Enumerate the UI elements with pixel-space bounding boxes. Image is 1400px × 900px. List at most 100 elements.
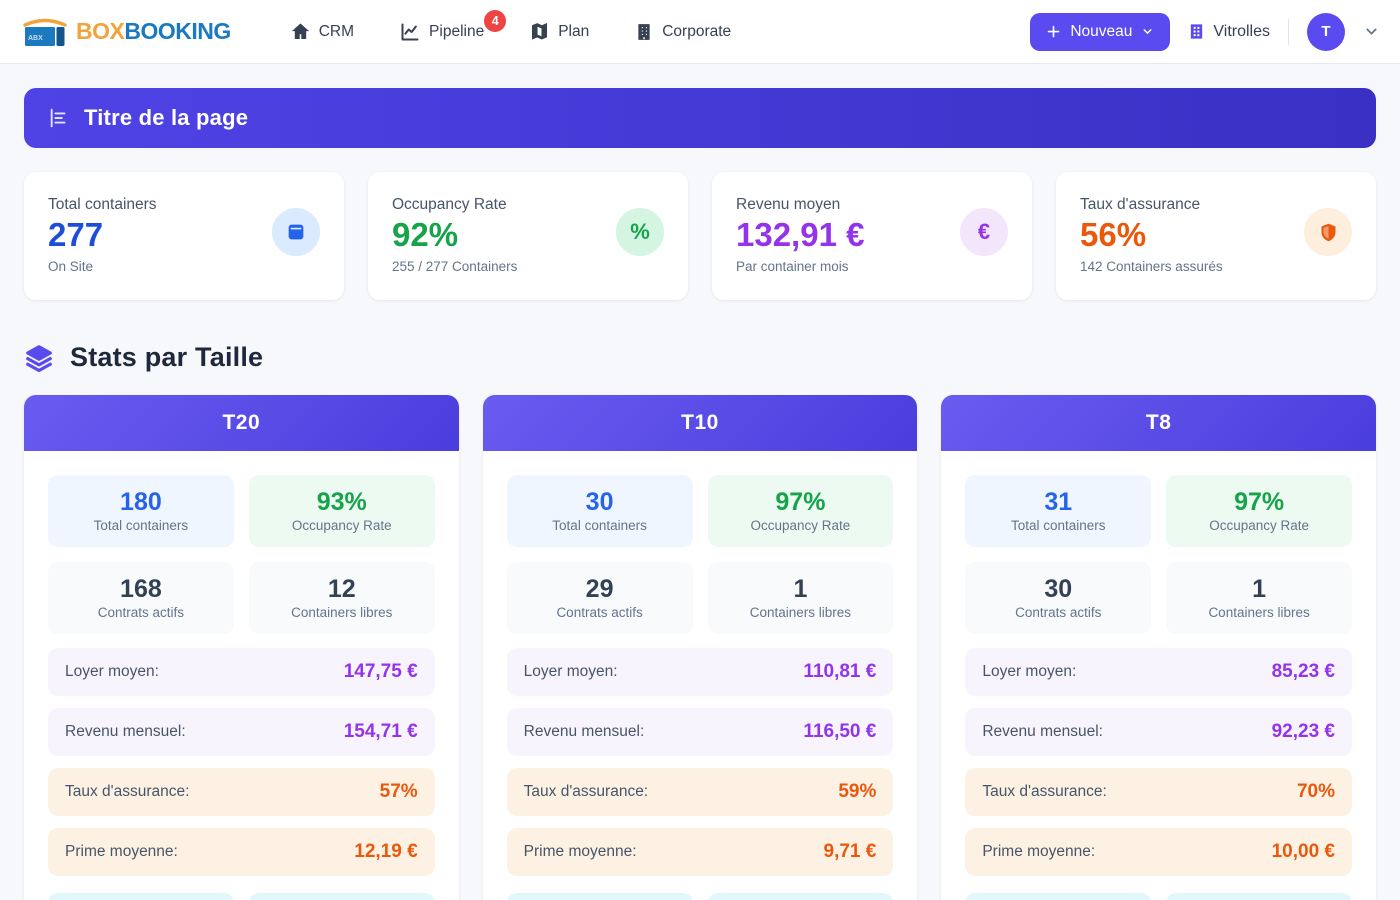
- row-label: Revenu mensuel:: [524, 723, 645, 741]
- row-value: 154,71 €: [344, 721, 418, 743]
- stat-box-containers-libres: 1 Containers libres: [708, 562, 894, 634]
- row-label: Prime moyenne:: [982, 843, 1095, 861]
- row-value: 116,50 €: [803, 721, 876, 743]
- stat-box-contrats-actifs: 168 Contrats actifs: [48, 562, 234, 634]
- row-label: Loyer moyen:: [65, 663, 159, 681]
- kpi-card-occupancy-rate: Occupancy Rate 92% 255 / 277 Containers …: [368, 172, 688, 300]
- stat-box-occupancy-rate: 97% Occupancy Rate: [1166, 475, 1352, 547]
- nav-item-crm[interactable]: CRM: [291, 22, 354, 41]
- stat-value: 97%: [775, 489, 825, 517]
- size-card-t20: T20 180 Total containers 93% Occupancy R…: [24, 395, 459, 900]
- row-label: Prime moyenne:: [65, 843, 178, 861]
- stat-box-occupancy-rate: 93% Occupancy Rate: [249, 475, 435, 547]
- size-card-header: T8: [941, 395, 1376, 451]
- stat-label: Occupancy Rate: [1209, 518, 1309, 533]
- kpi-value: 92%: [392, 214, 517, 257]
- stat-label: Total containers: [552, 518, 647, 533]
- kpi-cards-row: Total containers 277 On Site Occupancy R…: [24, 172, 1376, 300]
- row-label: Loyer moyen:: [982, 663, 1076, 681]
- stat-value: 180: [120, 489, 162, 517]
- kpi-value: 277: [48, 214, 157, 257]
- chart-bars-icon: [48, 107, 70, 129]
- kpi-subtext: 255 / 277 Containers: [392, 259, 517, 274]
- size-card-header: T10: [483, 395, 918, 451]
- kpi-label: Taux d'assurance: [1080, 196, 1223, 214]
- kpi-label: Revenu moyen: [736, 196, 864, 214]
- row-value: 70%: [1297, 781, 1335, 803]
- nav-item-plan[interactable]: Plan: [530, 22, 589, 41]
- nav-label: Plan: [558, 23, 589, 41]
- main-nav: CRM Pipeline 4 Plan Corporate: [291, 22, 731, 42]
- stat-grid: 180 Total containers 93% Occupancy Rate …: [48, 475, 435, 634]
- row-value: 147,75 €: [344, 661, 418, 683]
- kpi-label: Occupancy Rate: [392, 196, 517, 214]
- stat-value: 30: [586, 489, 614, 517]
- data-row-prime-moyenne: Prime moyenne: 10,00 €: [965, 828, 1352, 876]
- size-card-t10: T10 30 Total containers 97% Occupancy Ra…: [483, 395, 918, 900]
- stat-value: 93%: [317, 489, 367, 517]
- stat-box-partial: [708, 893, 894, 900]
- stat-box-partial: [249, 893, 435, 900]
- row-value: 110,81 €: [803, 661, 876, 683]
- kpi-subtext: Par container mois: [736, 259, 864, 274]
- row-label: Loyer moyen:: [524, 663, 618, 681]
- kpi-subtext: 142 Containers assurés: [1080, 259, 1223, 274]
- stat-value: 97%: [1234, 489, 1284, 517]
- brand-mark-text: ABX: [28, 35, 43, 42]
- euro-icon: €: [960, 208, 1008, 256]
- row-label: Taux d'assurance:: [524, 783, 648, 801]
- nav-item-corporate[interactable]: Corporate: [635, 23, 731, 41]
- stat-box-contrats-actifs: 29 Contrats actifs: [507, 562, 693, 634]
- nav-item-pipeline[interactable]: Pipeline 4: [400, 22, 484, 42]
- home-icon: [291, 22, 310, 41]
- stat-grid: 31 Total containers 97% Occupancy Rate 3…: [965, 475, 1352, 634]
- secondary-stat-grid: [965, 893, 1352, 900]
- site-name: Vitrolles: [1213, 23, 1270, 41]
- percent-icon: %: [616, 208, 664, 256]
- data-row-loyer-moyen: Loyer moyen: 147,75 €: [48, 648, 435, 696]
- stat-box-containers-libres: 12 Containers libres: [249, 562, 435, 634]
- new-button[interactable]: Nouveau: [1030, 13, 1170, 51]
- brand-logo[interactable]: ABX BOXBOOKING: [20, 15, 231, 49]
- stat-box-partial: [48, 893, 234, 900]
- map-icon: [530, 22, 549, 41]
- stat-label: Total containers: [94, 518, 189, 533]
- size-card-t8: T8 31 Total containers 97% Occupancy Rat…: [941, 395, 1376, 900]
- row-value: 85,23 €: [1272, 661, 1335, 683]
- user-avatar[interactable]: T: [1307, 13, 1345, 51]
- nav-label: Corporate: [662, 23, 731, 41]
- nav-label: Pipeline: [429, 23, 484, 41]
- row-label: Taux d'assurance:: [982, 783, 1106, 801]
- chevron-down-icon: [1141, 25, 1154, 38]
- chart-line-icon: [400, 22, 420, 42]
- size-cards-row: T20 180 Total containers 93% Occupancy R…: [24, 395, 1376, 900]
- stat-label: Occupancy Rate: [751, 518, 851, 533]
- stat-box-contrats-actifs: 30 Contrats actifs: [965, 562, 1151, 634]
- new-button-label: Nouveau: [1070, 23, 1132, 41]
- site-selector[interactable]: Vitrolles: [1188, 23, 1270, 41]
- stat-value: 29: [586, 576, 614, 604]
- brand-name: BOXBOOKING: [76, 18, 231, 45]
- page-title: Titre de la page: [84, 105, 248, 131]
- stat-grid: 30 Total containers 97% Occupancy Rate 2…: [507, 475, 894, 634]
- stat-label: Containers libres: [750, 605, 851, 620]
- plus-icon: [1046, 24, 1061, 39]
- kpi-value: 56%: [1080, 214, 1223, 257]
- stat-box-occupancy-rate: 97% Occupancy Rate: [708, 475, 894, 547]
- data-row-revenu-mensuel: Revenu mensuel: 116,50 €: [507, 708, 894, 756]
- kpi-card-total-containers: Total containers 277 On Site: [24, 172, 344, 300]
- building-small-icon: [1188, 23, 1205, 40]
- data-row-taux-assurance: Taux d'assurance: 59%: [507, 768, 894, 816]
- stat-label: Occupancy Rate: [292, 518, 392, 533]
- stat-box-containers-libres: 1 Containers libres: [1166, 562, 1352, 634]
- container-box-icon: [272, 208, 320, 256]
- stat-box-total-containers: 30 Total containers: [507, 475, 693, 547]
- row-label: Revenu mensuel:: [982, 723, 1103, 741]
- data-row-taux-assurance: Taux d'assurance: 70%: [965, 768, 1352, 816]
- user-menu-chevron-icon[interactable]: [1363, 23, 1380, 40]
- divider: [1288, 19, 1289, 45]
- stat-box-partial: [1166, 893, 1352, 900]
- row-value: 92,23 €: [1272, 721, 1335, 743]
- stat-box-partial: [507, 893, 693, 900]
- nav-label: CRM: [319, 23, 354, 41]
